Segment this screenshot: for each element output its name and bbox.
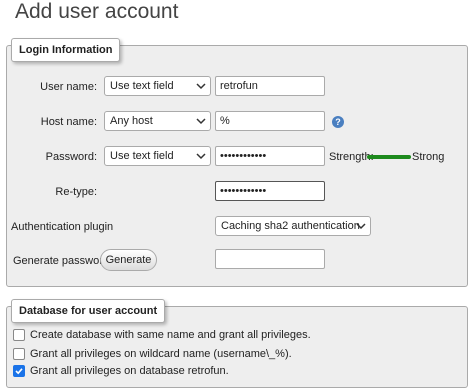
create-database-checkbox[interactable] <box>13 329 25 341</box>
authentication-plugin-select[interactable]: Caching sha2 authentication <box>215 216 371 236</box>
create-database-label: Create database with same name and grant… <box>30 329 311 341</box>
database-legend: Database for user account <box>11 299 166 323</box>
retype-password-input[interactable]: •••••••••••• <box>215 181 325 201</box>
retype-label: Re-type: <box>55 186 97 198</box>
chevron-down-icon <box>196 118 206 125</box>
user-name-type-select-value: Use text field <box>110 80 174 92</box>
host-name-label: Host name: <box>40 116 97 128</box>
generated-password-input[interactable] <box>215 249 325 269</box>
database-fieldset: Database for user account Create databas… <box>6 299 468 388</box>
strength-value: Strong <box>412 151 445 163</box>
chevron-down-icon <box>356 223 366 230</box>
login-information-fieldset: Login Information User name: Use text fi… <box>6 38 468 287</box>
help-icon[interactable]: ? <box>332 116 344 128</box>
authentication-plugin-label: Authentication plugin <box>11 221 114 233</box>
password-type-select-value: Use text field <box>110 150 174 162</box>
user-name-label: User name: <box>40 81 97 93</box>
user-name-input[interactable]: retrofun <box>215 76 325 96</box>
host-name-type-select-value: Any host <box>110 115 153 127</box>
page-title: Add user account <box>15 0 179 23</box>
generate-password-label: Generate password: <box>13 255 113 267</box>
wildcard-privileges-checkbox[interactable] <box>13 348 25 360</box>
database-privileges-checkbox[interactable] <box>13 365 25 377</box>
database-privileges-label: Grant all privileges on database retrofu… <box>30 365 229 377</box>
wildcard-privileges-label: Grant all privileges on wildcard name (u… <box>30 348 292 360</box>
host-name-input[interactable]: % <box>215 111 325 131</box>
user-name-type-select[interactable]: Use text field <box>104 76 211 96</box>
login-information-legend: Login Information <box>11 38 121 62</box>
password-input[interactable]: •••••••••••• <box>215 146 325 166</box>
chevron-down-icon <box>196 153 206 160</box>
checkmark-icon <box>15 368 23 375</box>
chevron-down-icon <box>196 83 206 90</box>
generate-button[interactable]: Generate <box>100 249 157 271</box>
authentication-plugin-select-value: Caching sha2 authentication <box>221 220 360 232</box>
password-label: Password: <box>45 151 97 163</box>
password-type-select[interactable]: Use text field <box>104 146 211 166</box>
host-name-type-select[interactable]: Any host <box>104 111 211 131</box>
strength-meter <box>367 155 411 159</box>
